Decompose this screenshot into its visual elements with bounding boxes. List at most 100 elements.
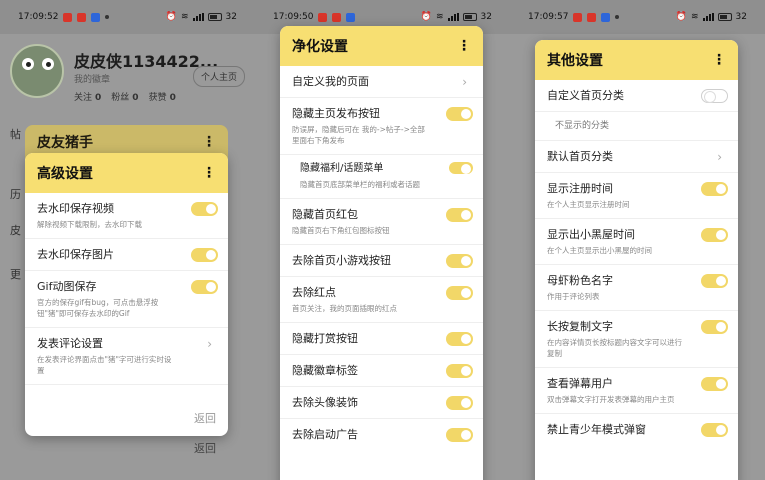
- setting-pink-name[interactable]: 母虾粉色名字 作用于评论列表: [535, 265, 738, 311]
- screen-advanced-settings: 17:09:52 ⏰ ≋ 32 皮皮侠1134422... 我的徽章 关注 0 粉…: [0, 0, 255, 480]
- setting-hide-post-button[interactable]: 隐藏主页发布按钮 防误屏，隐藏后可在 我的->帖子->全部 里面右下角发布: [280, 98, 483, 155]
- toggle-switch[interactable]: [191, 248, 218, 262]
- profile-badge[interactable]: 我的徽章: [74, 72, 110, 85]
- status-bar: 17:09:57 ⏰ ≋ 32: [510, 0, 765, 34]
- background-dialog-title: 皮友猪手: [37, 135, 93, 151]
- dialog-title: 净化设置: [292, 39, 348, 55]
- advanced-settings-dialog: 高级设置 ⋮ 去水印保存视频 解除视频下载限制，去水印下载 去水印保存图片 Gif…: [25, 153, 228, 436]
- setting-long-press-copy[interactable]: 长按复制文字 在内容详情页长按标题内容文字可以进行复制: [535, 311, 738, 368]
- setting-hide-reward-button[interactable]: 隐藏打赏按钮: [280, 323, 483, 355]
- setting-view-danmaku-user[interactable]: 查看弹幕用户 双击弹幕文字打开发表弹幕的用户主页: [535, 368, 738, 414]
- alarm-icon: ⏰: [675, 12, 687, 22]
- notification-icon: [318, 12, 328, 22]
- setting-custom-my-page[interactable]: 自定义我的页面 ›: [280, 66, 483, 98]
- other-settings-dialog: 其他设置 ⋮ 自定义首页分类 不显示的分类 默认首页分类 › 显示注册时间 在个人…: [535, 40, 738, 480]
- battery-level: 32: [480, 12, 492, 22]
- more-icon[interactable]: ⋮: [202, 166, 216, 180]
- setting-show-blackroom-time[interactable]: 显示出小黑屋时间 在个人主页显示出小黑屋的时间: [535, 219, 738, 265]
- notification-icon: [105, 15, 110, 19]
- signal-icon: [447, 13, 459, 21]
- setting-hide-red-packet[interactable]: 隐藏首页红包 隐藏首页右下角红包图标按钮: [280, 199, 483, 245]
- more-icon[interactable]: ⋮: [712, 53, 726, 67]
- toggle-switch[interactable]: [701, 89, 728, 103]
- status-time: 17:09:57: [528, 12, 569, 22]
- notification-icon: [77, 12, 87, 22]
- notification-icon: [63, 12, 73, 22]
- back-button[interactable]: 返回: [194, 410, 216, 426]
- setting-remove-watermark-image[interactable]: 去水印保存图片: [25, 239, 228, 271]
- battery-icon: [717, 13, 732, 21]
- setting-show-register-time[interactable]: 显示注册时间 在个人主页显示注册时间: [535, 173, 738, 219]
- notification-icon: [346, 12, 356, 22]
- alarm-icon: ⏰: [420, 12, 432, 22]
- avatar[interactable]: [10, 44, 64, 98]
- chevron-right-icon: ›: [717, 150, 722, 164]
- dialog-title: 其他设置: [547, 53, 603, 69]
- setting-remove-watermark-video[interactable]: 去水印保存视频 解除视频下载限制，去水印下载: [25, 193, 228, 239]
- setting-comment[interactable]: 发表评论设置 在发表评论界面点击"猪"字可进行实时设置 ›: [25, 328, 228, 385]
- stat-fans[interactable]: 粉丝 0: [111, 90, 138, 103]
- bg-row: 帖: [10, 128, 21, 141]
- toggle-switch[interactable]: [446, 107, 473, 121]
- dialog-title: 高级设置: [37, 166, 93, 182]
- toggle-switch[interactable]: [446, 208, 473, 222]
- setting-hidden-categories[interactable]: 不显示的分类: [535, 112, 738, 141]
- status-time: 17:09:50: [273, 12, 314, 22]
- notification-icon: [615, 15, 620, 19]
- setting-remove-avatar-decoration[interactable]: 去除头像装饰: [280, 387, 483, 419]
- bg-back-button: 返回: [194, 442, 216, 455]
- toggle-switch[interactable]: [446, 364, 473, 378]
- profile-stats: 关注 0 粉丝 0 获赞 0: [74, 90, 176, 103]
- home-page-button[interactable]: 个人主页: [192, 66, 245, 87]
- screen-purify-settings: 17:09:50 ⏰ ≋ 32 净化设置 ⋮ 自定义我的页面 › 隐藏主页发布按钮…: [255, 0, 510, 480]
- setting-remove-red-dot[interactable]: 去除红点 首页关注，我的页面插眼的红点: [280, 277, 483, 323]
- alarm-icon: ⏰: [165, 12, 177, 22]
- setting-remove-game-button[interactable]: 去除首页小游戏按钮: [280, 245, 483, 277]
- toggle-switch[interactable]: [191, 202, 218, 216]
- toggle-switch[interactable]: [446, 428, 473, 442]
- notification-icon: [91, 12, 101, 22]
- purify-settings-dialog: 净化设置 ⋮ 自定义我的页面 › 隐藏主页发布按钮 防误屏，隐藏后可在 我的->帖…: [280, 26, 483, 480]
- toggle-switch[interactable]: [701, 377, 728, 391]
- signal-icon: [702, 13, 714, 21]
- setting-gif-save[interactable]: Gif动图保存 官方的保存gif有bug，可点击悬浮按钮"猪"即可保存去水印的G…: [25, 271, 228, 328]
- battery-level: 32: [225, 12, 237, 22]
- profile-header: 皮皮侠1134422... 我的徽章 关注 0 粉丝 0 获赞 0 个人主页: [10, 44, 245, 106]
- setting-hide-welfare-menu[interactable]: 隐藏福利/话题菜单 隐藏首页底部菜单栏的福利或者话题: [280, 155, 483, 199]
- toggle-switch[interactable]: [701, 228, 728, 242]
- toggle-switch[interactable]: [446, 332, 473, 346]
- setting-remove-launch-ad[interactable]: 去除启动广告: [280, 419, 483, 450]
- status-time: 17:09:52: [18, 12, 59, 22]
- more-icon[interactable]: ⋮: [457, 39, 471, 53]
- more-icon: ⋮: [202, 134, 216, 150]
- toggle-switch[interactable]: [446, 286, 473, 300]
- notification-icon: [573, 12, 583, 22]
- battery-icon: [207, 13, 222, 21]
- setting-default-home-category[interactable]: 默认首页分类 ›: [535, 141, 738, 173]
- stat-following[interactable]: 关注 0: [74, 90, 101, 103]
- notification-icon: [332, 12, 342, 22]
- notification-icon: [601, 12, 611, 22]
- stat-likes[interactable]: 获赞 0: [149, 90, 176, 103]
- status-bar: 17:09:52 ⏰ ≋ 32: [0, 0, 255, 34]
- screen-other-settings: 17:09:57 ⏰ ≋ 32 其他设置 ⋮ 自定义首页分类 不显示的分类 默认首…: [510, 0, 765, 480]
- setting-hide-badge-tag[interactable]: 隐藏徽章标签: [280, 355, 483, 387]
- setting-disable-teen-mode-popup[interactable]: 禁止青少年模式弹窗: [535, 414, 738, 445]
- toggle-switch[interactable]: [446, 396, 473, 410]
- bg-row: 历: [10, 188, 21, 201]
- toggle-switch[interactable]: [449, 162, 473, 174]
- wifi-icon: ≋: [436, 12, 444, 22]
- chevron-right-icon: ›: [462, 75, 467, 89]
- setting-custom-home-category[interactable]: 自定义首页分类: [535, 80, 738, 112]
- toggle-switch[interactable]: [701, 320, 728, 334]
- toggle-switch[interactable]: [701, 423, 728, 437]
- toggle-switch[interactable]: [701, 182, 728, 196]
- toggle-switch[interactable]: [446, 254, 473, 268]
- battery-icon: [462, 13, 477, 21]
- wifi-icon: ≋: [181, 12, 189, 22]
- toggle-switch[interactable]: [701, 274, 728, 288]
- bg-row: 皮: [10, 224, 21, 237]
- toggle-switch[interactable]: [191, 280, 218, 294]
- notification-icon: [587, 12, 597, 22]
- battery-level: 32: [735, 12, 747, 22]
